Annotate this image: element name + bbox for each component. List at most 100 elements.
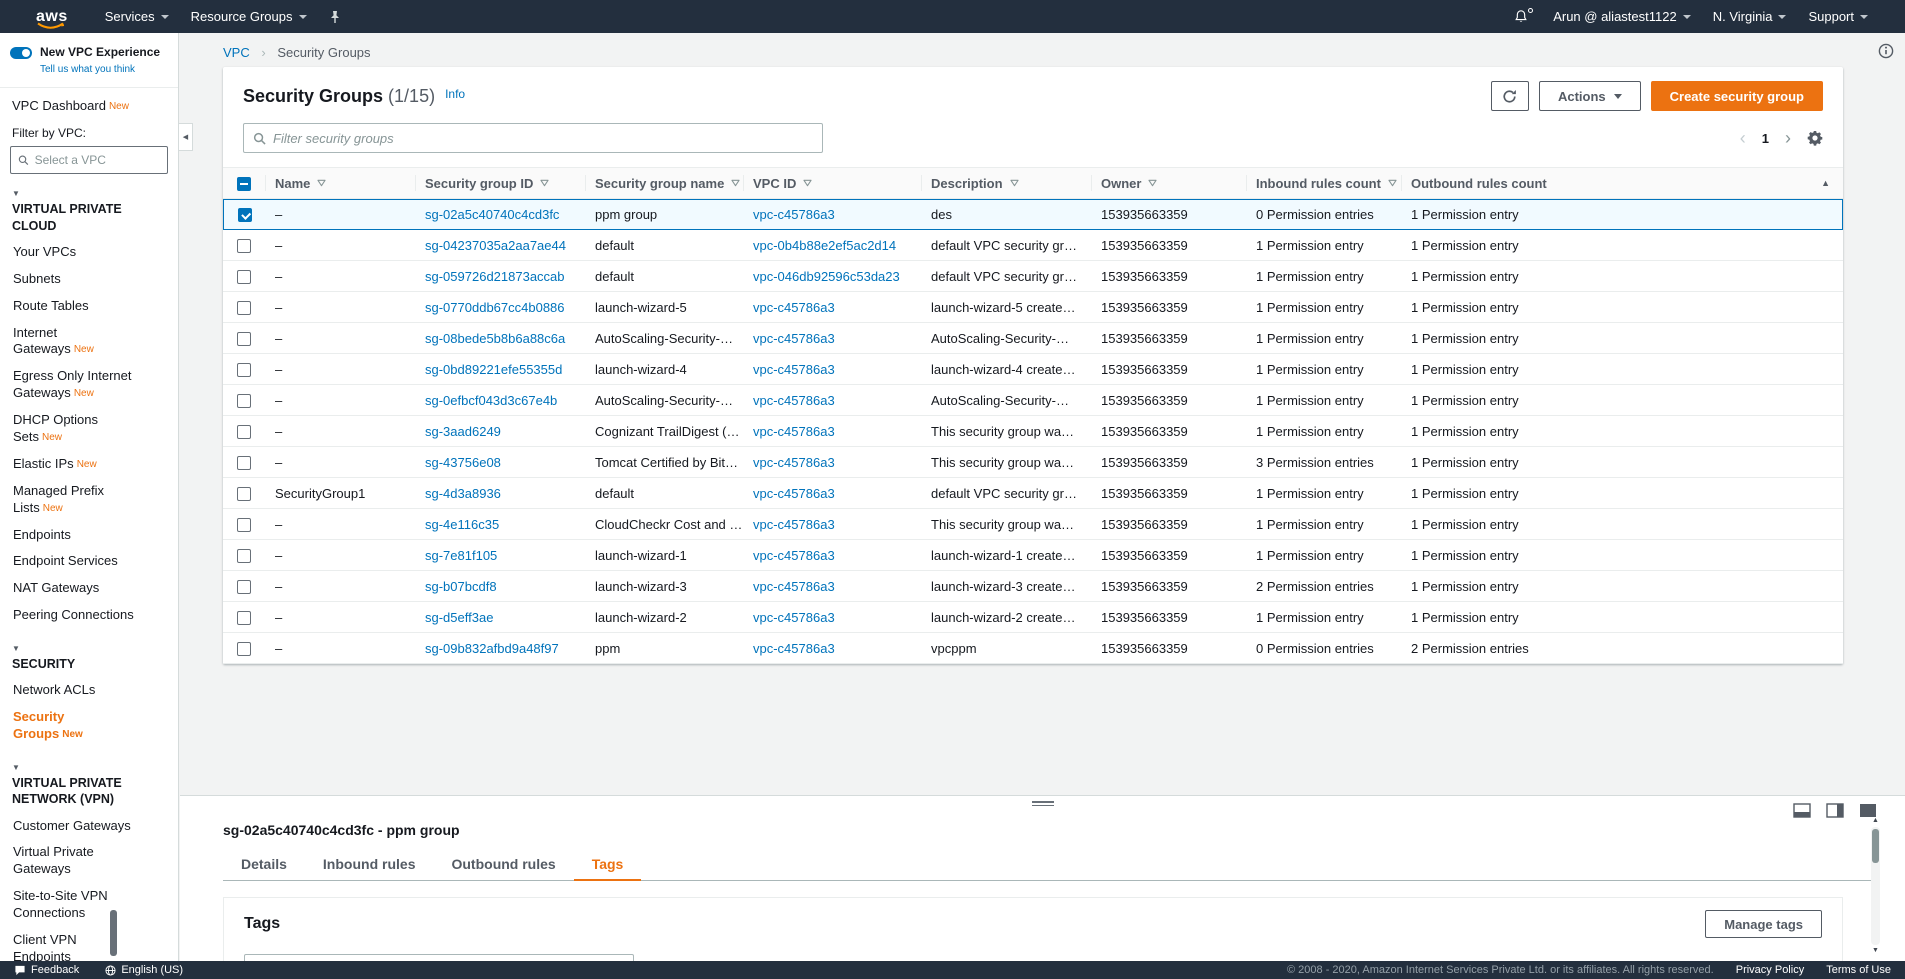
pin-shortcut-button[interactable]	[318, 0, 352, 33]
sidebar-item-virtual-private-gateways[interactable]: Virtual Private Gateways	[0, 839, 178, 883]
tab-outbound-rules[interactable]: Outbound rules	[433, 850, 573, 880]
section-title[interactable]: VIRTUAL PRIVATE NETWORK (VPN)	[0, 772, 140, 813]
vpc-id-link[interactable]: vpc-046db92596c53da23	[753, 269, 900, 284]
new-vpc-experience-toggle[interactable]	[10, 47, 32, 59]
sidebar-item-internet-gateways[interactable]: Internet GatewaysNew	[0, 320, 178, 364]
refresh-button[interactable]	[1491, 81, 1529, 111]
vpc-id-link[interactable]: vpc-c45786a3	[753, 486, 835, 501]
security-group-id-link[interactable]: sg-b07bcdf8	[425, 579, 497, 594]
vpc-id-link[interactable]: vpc-c45786a3	[753, 331, 835, 346]
vpc-id-link[interactable]: vpc-c45786a3	[753, 548, 835, 563]
next-page-button[interactable]: ›	[1785, 129, 1791, 147]
security-group-id-link[interactable]: sg-0bd89221efe55355d	[425, 362, 562, 377]
sidebar-item-egress-only-internet-gateways[interactable]: Egress Only Internet GatewaysNew	[0, 363, 178, 407]
security-group-id-link[interactable]: sg-4d3a8936	[425, 486, 501, 501]
vpc-id-link[interactable]: vpc-0b4b88e2ef5ac2d14	[753, 238, 896, 253]
security-group-id-link[interactable]: sg-08bede5b8b6a88c6a	[425, 331, 565, 346]
row-checkbox[interactable]	[237, 518, 251, 532]
security-group-id-link[interactable]: sg-43756e08	[425, 455, 501, 470]
tags-filter-box[interactable]	[244, 954, 634, 961]
create-security-group-button[interactable]: Create security group	[1651, 81, 1823, 111]
column-header-vpc-id[interactable]: VPC ID	[743, 167, 921, 199]
scrollbar-track[interactable]	[1871, 827, 1880, 945]
info-link[interactable]: Info	[445, 87, 465, 101]
row-checkbox[interactable]	[237, 549, 251, 563]
row-checkbox[interactable]	[237, 363, 251, 377]
vpc-id-link[interactable]: vpc-c45786a3	[753, 300, 835, 315]
vpc-id-link[interactable]: vpc-c45786a3	[753, 517, 835, 532]
manage-tags-button[interactable]: Manage tags	[1705, 910, 1822, 938]
previous-page-button[interactable]: ‹	[1740, 129, 1746, 147]
tab-details[interactable]: Details	[223, 850, 305, 880]
current-page-number[interactable]: 1	[1762, 131, 1769, 146]
table-settings-button[interactable]	[1807, 130, 1823, 146]
vpc-filter-select[interactable]	[10, 146, 168, 174]
panel-position-side-button[interactable]	[1826, 803, 1844, 818]
sidebar-item-endpoints[interactable]: Endpoints	[0, 522, 178, 549]
aws-logo[interactable]: aws	[36, 9, 68, 25]
panel-position-bottom-button[interactable]	[1793, 803, 1811, 818]
row-checkbox[interactable]	[237, 394, 251, 408]
row-checkbox[interactable]	[237, 270, 251, 284]
sidebar-item-nat-gateways[interactable]: NAT Gateways	[0, 575, 178, 602]
security-group-id-link[interactable]: sg-d5eff3ae	[425, 610, 493, 625]
vpc-id-link[interactable]: vpc-c45786a3	[753, 207, 835, 222]
filter-security-groups-input[interactable]	[273, 131, 813, 146]
vpc-id-link[interactable]: vpc-c45786a3	[753, 641, 835, 656]
vpc-id-link[interactable]: vpc-c45786a3	[753, 455, 835, 470]
row-checkbox[interactable]	[237, 456, 251, 470]
section-title[interactable]: VIRTUAL PRIVATE CLOUD	[0, 198, 140, 239]
language-selector[interactable]: English (US)	[105, 964, 183, 976]
security-group-id-link[interactable]: sg-0770ddb67cc4b0886	[425, 300, 565, 315]
actions-button[interactable]: Actions	[1539, 81, 1641, 111]
sidebar-item-network-acls[interactable]: Network ACLs	[0, 677, 178, 704]
split-panel-drag-handle[interactable]	[1032, 799, 1054, 808]
sidebar-item-managed-prefix-lists[interactable]: Managed Prefix ListsNew	[0, 478, 178, 522]
scroll-down-arrow[interactable]: ▼	[1872, 946, 1879, 956]
services-menu[interactable]: Services	[94, 0, 180, 33]
row-checkbox[interactable]	[237, 611, 251, 625]
terms-of-use-link[interactable]: Terms of Use	[1826, 964, 1891, 976]
sidebar-item-subnets[interactable]: Subnets	[0, 266, 178, 293]
security-group-id-link[interactable]: sg-02a5c40740c4cd3fc	[425, 207, 559, 222]
sidebar-item-customer-gateways[interactable]: Customer Gateways	[0, 813, 178, 840]
vpc-id-link[interactable]: vpc-c45786a3	[753, 362, 835, 377]
sidebar-item-endpoint-services[interactable]: Endpoint Services	[0, 548, 178, 575]
security-group-id-link[interactable]: sg-3aad6249	[425, 424, 501, 439]
security-group-id-link[interactable]: sg-4e116c35	[425, 517, 499, 532]
security-group-id-link[interactable]: sg-7e81f105	[425, 548, 497, 563]
detail-panel-scrollbar[interactable]: ▲ ▼	[1870, 816, 1881, 956]
scrollbar-thumb[interactable]	[1872, 829, 1879, 863]
sidebar-item-your-vpcs[interactable]: Your VPCs	[0, 239, 178, 266]
column-header-name[interactable]: Name	[265, 167, 415, 199]
breadcrumb-vpc-link[interactable]: VPC	[223, 45, 250, 60]
select-all-checkbox[interactable]	[237, 177, 251, 191]
column-header-security-group-id[interactable]: Security group ID	[415, 167, 585, 199]
section-collapse-icon[interactable]: ▼	[0, 184, 178, 198]
vpc-id-link[interactable]: vpc-c45786a3	[753, 579, 835, 594]
column-header-inbound-rules-count[interactable]: Inbound rules count	[1246, 167, 1401, 199]
row-checkbox[interactable]	[238, 208, 252, 222]
row-checkbox[interactable]	[237, 487, 251, 501]
column-header-owner[interactable]: Owner	[1091, 167, 1246, 199]
column-header-outbound-rules-count[interactable]: Outbound rules count▲	[1401, 167, 1843, 199]
column-header-description[interactable]: Description	[921, 167, 1091, 199]
section-title[interactable]: SECURITY	[0, 653, 140, 677]
notifications-button[interactable]	[1500, 0, 1542, 33]
feedback-button[interactable]: Feedback	[14, 964, 79, 976]
sidebar-item-elastic-ips[interactable]: Elastic IPsNew	[0, 451, 178, 478]
security-group-id-link[interactable]: sg-059726d21873accab	[425, 269, 565, 284]
vpc-id-link[interactable]: vpc-c45786a3	[753, 610, 835, 625]
tab-tags[interactable]: Tags	[574, 850, 642, 880]
privacy-policy-link[interactable]: Privacy Policy	[1736, 964, 1804, 976]
account-menu[interactable]: Arun @ aliastest1122	[1542, 0, 1702, 33]
vpc-id-link[interactable]: vpc-c45786a3	[753, 393, 835, 408]
sidebar-scrollbar-thumb[interactable]	[110, 910, 117, 956]
sidebar-item-vpc-dashboard[interactable]: VPC DashboardNew	[0, 88, 178, 117]
row-checkbox[interactable]	[237, 239, 251, 253]
support-menu[interactable]: Support	[1797, 0, 1879, 33]
section-collapse-icon[interactable]: ▼	[0, 639, 178, 653]
tell-us-link[interactable]: Tell us what you think	[40, 64, 135, 75]
vpc-id-link[interactable]: vpc-c45786a3	[753, 424, 835, 439]
sidebar-item-peering-connections[interactable]: Peering Connections	[0, 602, 178, 629]
